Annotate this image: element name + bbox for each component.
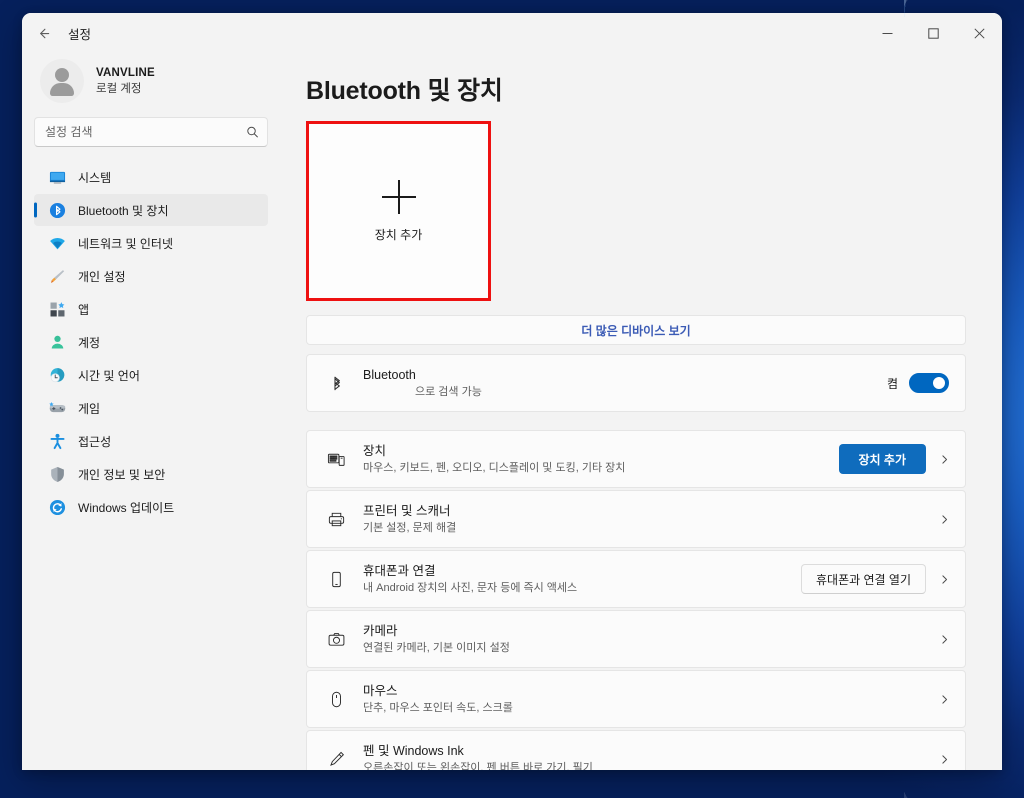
page-title: Bluetooth 및 장치 xyxy=(306,77,503,105)
privacy-shield-icon xyxy=(48,465,66,483)
person-avatar-icon xyxy=(40,59,84,103)
sidebar-item-label: 계정 xyxy=(78,335,101,350)
row-subtitle: 오른손잡이 또는 왼손잡이, 펜 버튼 바로 가기, 필기 xyxy=(363,761,593,770)
bluetooth-row-title: Bluetooth xyxy=(363,367,416,382)
back-button[interactable] xyxy=(28,19,58,47)
apps-icon xyxy=(48,300,66,318)
mouse-icon xyxy=(323,690,349,709)
chevron-right-icon[interactable] xyxy=(938,693,951,706)
window-controls xyxy=(864,13,1002,53)
add-device-card[interactable]: 장치 추가 xyxy=(306,121,491,301)
desktop-wallpaper: 설정 VANVLINE 로컬 계정 설정 검색 시스템 Bluetooth 및 … xyxy=(0,0,1024,798)
sidebar-item-label: 접근성 xyxy=(78,434,112,449)
sidebar-item-bluetooth-devices[interactable]: Bluetooth 및 장치 xyxy=(34,194,268,226)
sidebar-item-label: Windows 업데이트 xyxy=(78,500,175,515)
sidebar-item-label: Bluetooth 및 장치 xyxy=(78,203,169,218)
sidebar-item-time-language[interactable]: 시간 및 언어 xyxy=(34,359,268,391)
sidebar-item-accessibility[interactable]: 접근성 xyxy=(34,425,268,457)
system-icon xyxy=(48,168,66,186)
plus-icon xyxy=(381,179,416,214)
sidebar-item-label: 개인 설정 xyxy=(78,269,126,284)
printer-icon xyxy=(323,510,349,529)
sidebar-item-label: 게임 xyxy=(78,401,101,416)
row-title: 펜 및 Windows Ink xyxy=(363,743,464,758)
settings-row-printers-scanners[interactable]: 프린터 및 스캐너 기본 설정, 문제 해결 xyxy=(306,490,966,548)
settings-row-phone-link[interactable]: 휴대폰과 연결 내 Android 장치의 사진, 문자 등에 즉시 액세스 휴… xyxy=(306,550,966,608)
settings-row-mouse[interactable]: 마우스 단추, 마우스 포인터 속도, 스크롤 xyxy=(306,670,966,728)
title-bar: 설정 xyxy=(22,13,1002,53)
account-summary[interactable]: VANVLINE 로컬 계정 xyxy=(34,53,268,117)
bluetooth-toggle-state-label: 켬 xyxy=(886,376,898,391)
row-subtitle: 내 Android 장치의 사진, 문자 등에 즉시 액세스 xyxy=(363,581,578,594)
sidebar-item-windows-update[interactable]: Windows 업데이트 xyxy=(34,491,268,523)
settings-row-pen-windows-ink[interactable]: 펜 및 Windows Ink 오른손잡이 또는 왼손잡이, 펜 버튼 바로 가… xyxy=(306,730,966,770)
row-subtitle: 기본 설정, 문제 해결 xyxy=(363,521,457,534)
sidebar-item-network-internet[interactable]: 네트워크 및 인터넷 xyxy=(34,227,268,259)
settings-row-devices[interactable]: 장치 마우스, 키보드, 펜, 오디오, 디스플레이 및 도킹, 기타 장치 장… xyxy=(306,430,966,488)
more-devices-link[interactable]: 더 많은 디바이스 보기 xyxy=(306,315,966,345)
account-name: VANVLINE xyxy=(96,66,155,79)
time-language-clock-icon xyxy=(48,366,66,384)
bluetooth-toggle-switch[interactable] xyxy=(909,373,949,393)
windows-update-icon xyxy=(48,498,66,516)
camera-icon xyxy=(323,630,349,649)
window-title: 설정 xyxy=(68,27,92,42)
chevron-right-icon[interactable] xyxy=(938,573,951,586)
sidebar-item-label: 네트워크 및 인터넷 xyxy=(78,236,173,251)
pen-icon xyxy=(323,750,349,769)
sidebar-item-apps[interactable]: 앱 xyxy=(34,293,268,325)
network-wifi-icon xyxy=(48,234,66,252)
bluetooth-row-subtitle: 으로 검색 가능 xyxy=(415,385,482,398)
row-subtitle: 마우스, 키보드, 펜, 오디오, 디스플레이 및 도킹, 기타 장치 xyxy=(363,461,626,474)
sidebar-item-accounts[interactable]: 계정 xyxy=(34,326,268,358)
sidebar-item-system[interactable]: 시스템 xyxy=(34,161,268,193)
accounts-person-icon xyxy=(48,333,66,351)
add-device-card-label: 장치 추가 xyxy=(374,227,423,242)
sidebar: VANVLINE 로컬 계정 설정 검색 시스템 Bluetooth 및 장치 … xyxy=(22,53,280,770)
sidebar-item-privacy-security[interactable]: 개인 정보 및 보안 xyxy=(34,458,268,490)
sidebar-item-label: 시스템 xyxy=(78,170,112,185)
sidebar-item-label: 시간 및 언어 xyxy=(78,368,140,383)
gaming-controller-icon xyxy=(48,399,66,417)
sidebar-item-label: 개인 정보 및 보안 xyxy=(78,467,166,482)
row-title: 카메라 xyxy=(363,623,398,638)
bluetooth-toggle-row[interactable]: Bluetooth 으로 검색 가능 켬 xyxy=(306,354,966,412)
accessibility-icon xyxy=(48,432,66,450)
row-title: 프린터 및 스캐너 xyxy=(363,503,451,518)
open-phone-link-button[interactable]: 휴대폰과 연결 열기 xyxy=(801,564,926,594)
settings-row-cameras[interactable]: 카메라 연결된 카메라, 기본 이미지 설정 xyxy=(306,610,966,668)
row-title: 마우스 xyxy=(363,683,398,698)
chevron-right-icon[interactable] xyxy=(938,453,951,466)
personalization-brush-icon xyxy=(48,267,66,285)
maximize-button[interactable] xyxy=(910,13,956,53)
window-body: VANVLINE 로컬 계정 설정 검색 시스템 Bluetooth 및 장치 … xyxy=(22,53,1002,770)
settings-window: 설정 VANVLINE 로컬 계정 설정 검색 시스템 Bluetooth 및 … xyxy=(22,13,1002,770)
search-box xyxy=(34,117,268,147)
add-device-button[interactable]: 장치 추가 xyxy=(838,444,926,474)
close-button[interactable] xyxy=(956,13,1002,53)
main-content: Bluetooth 및 장치 장치 추가 더 많은 디바이스 보기 Blueto… xyxy=(280,53,1002,770)
more-devices-label: 더 많은 디바이스 보기 xyxy=(581,323,691,338)
chevron-right-icon[interactable] xyxy=(938,633,951,646)
search-input[interactable] xyxy=(34,117,268,147)
sidebar-item-personalization[interactable]: 개인 설정 xyxy=(34,260,268,292)
chevron-right-icon[interactable] xyxy=(938,753,951,766)
bluetooth-icon xyxy=(48,201,66,219)
row-subtitle: 단추, 마우스 포인터 속도, 스크롤 xyxy=(363,701,513,714)
chevron-right-icon[interactable] xyxy=(938,513,951,526)
bluetooth-icon xyxy=(323,375,349,392)
sidebar-item-label: 앱 xyxy=(78,302,90,317)
minimize-button[interactable] xyxy=(864,13,910,53)
sidebar-nav: 시스템 Bluetooth 및 장치 네트워크 및 인터넷 개인 설정 앱 계정… xyxy=(34,161,268,523)
account-type: 로컬 계정 xyxy=(96,83,142,95)
phone-icon xyxy=(323,570,349,589)
bluetooth-toggle-group: 켬 xyxy=(887,373,949,393)
row-subtitle: 연결된 카메라, 기본 이미지 설정 xyxy=(363,641,510,654)
row-title: 장치 xyxy=(363,443,387,458)
row-title: 휴대폰과 연결 xyxy=(363,563,436,578)
devices-keyboard-icon xyxy=(323,450,349,469)
sidebar-item-gaming[interactable]: 게임 xyxy=(34,392,268,424)
